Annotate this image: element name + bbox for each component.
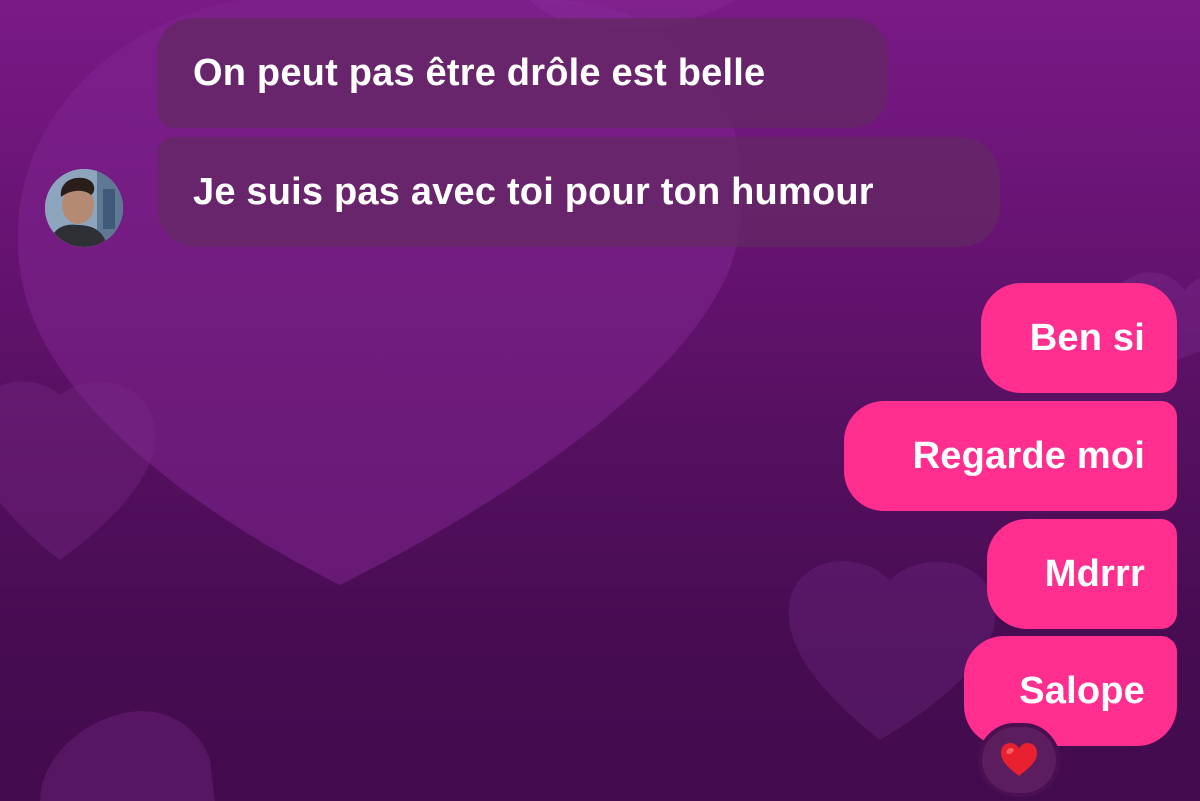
message-text: Je suis pas avec toi pour ton humour xyxy=(193,170,874,213)
message-text: Salope xyxy=(1019,669,1145,712)
avatar[interactable] xyxy=(45,169,123,247)
outgoing-message[interactable]: Mdrrr xyxy=(987,519,1177,629)
message-text: Regarde moi xyxy=(912,434,1145,477)
incoming-message[interactable]: On peut pas être drôle est belle xyxy=(157,18,888,128)
incoming-message[interactable]: Je suis pas avec toi pour ton humour xyxy=(157,137,1000,247)
message-text: Ben si xyxy=(1029,316,1145,359)
message-text: On peut pas être drôle est belle xyxy=(193,51,766,94)
message-text: Mdrrr xyxy=(1044,552,1145,595)
outgoing-message[interactable]: Regarde moi xyxy=(844,401,1177,511)
outgoing-message[interactable]: Ben si xyxy=(981,283,1177,393)
message-reaction[interactable] xyxy=(978,723,1060,797)
heart-icon xyxy=(1001,743,1037,776)
avatar-photo-icon xyxy=(45,169,123,247)
